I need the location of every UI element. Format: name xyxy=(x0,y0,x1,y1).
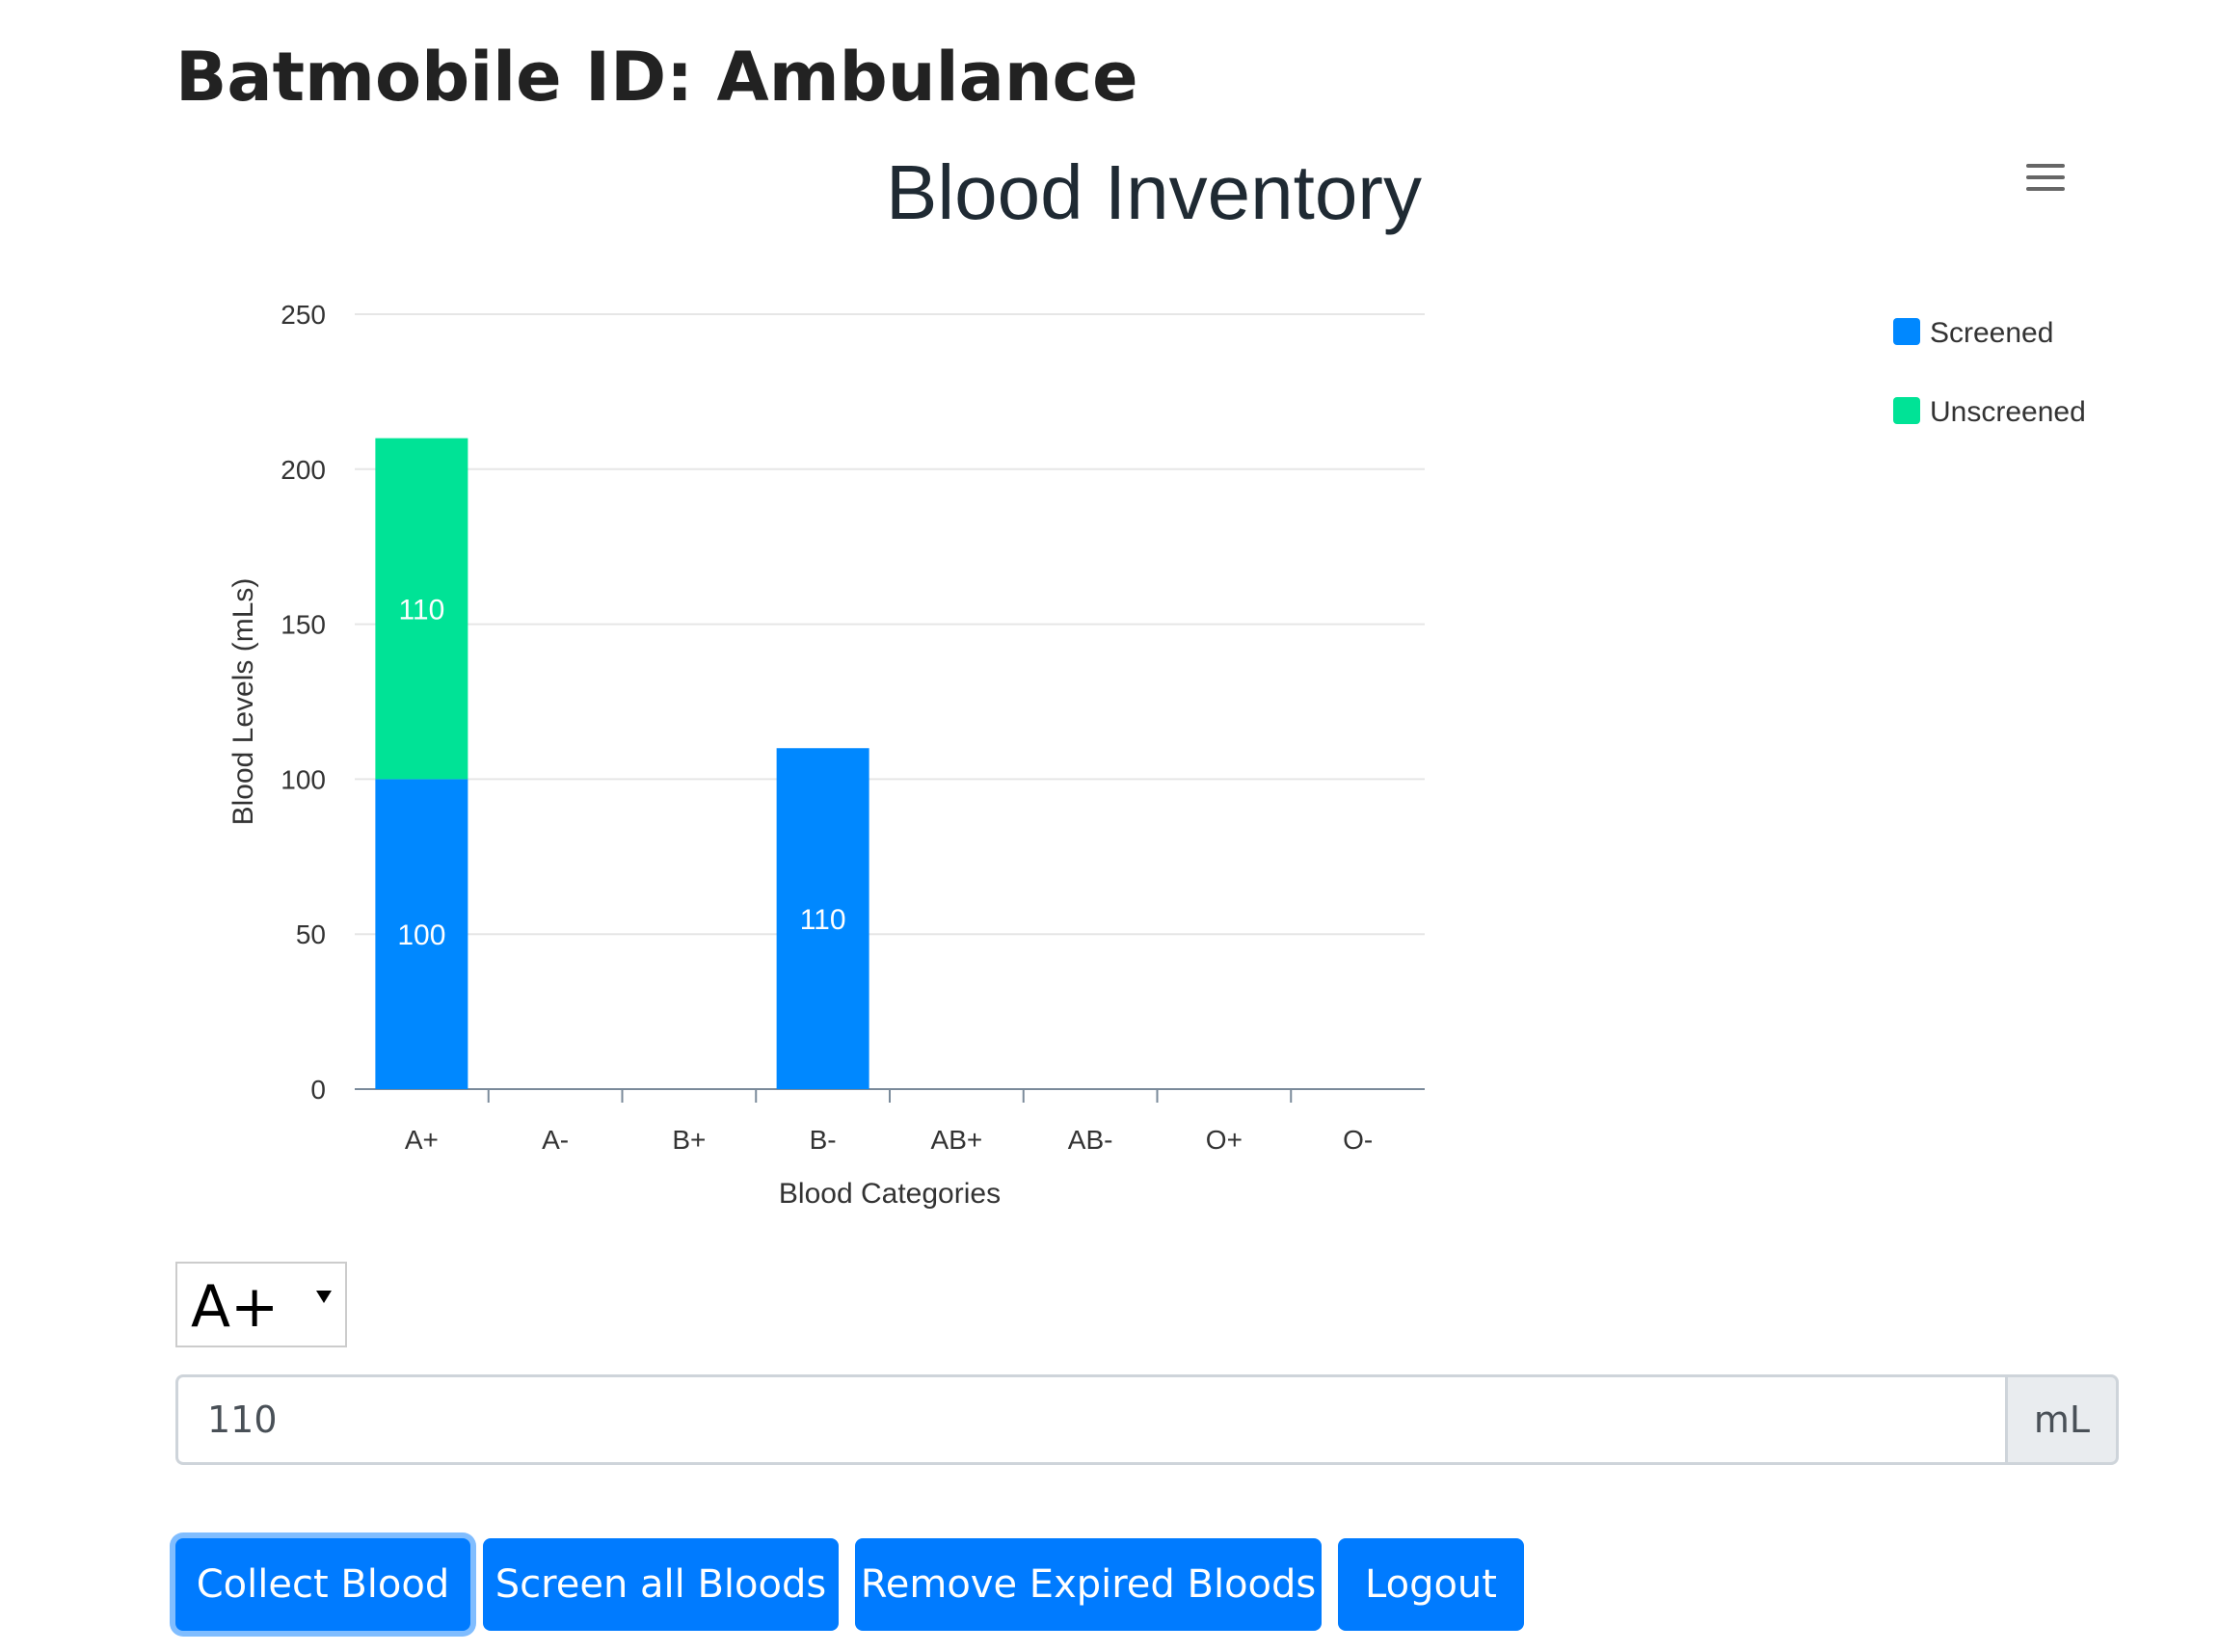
blood-type-selected-value: A+ xyxy=(191,1273,280,1341)
y-tick-label: 250 xyxy=(281,300,326,330)
y-axis-title: Blood Levels (mLs) xyxy=(227,578,259,826)
x-tick-label: O+ xyxy=(1206,1125,1243,1155)
legend-swatch xyxy=(1893,318,1920,345)
data-label: 110 xyxy=(800,904,846,936)
remove-expired-bloods-button[interactable]: Remove Expired Bloods xyxy=(855,1538,1322,1631)
x-tick-label: B+ xyxy=(672,1125,706,1155)
amount-input-group: mL xyxy=(175,1374,2119,1465)
x-axis-title: Blood Categories xyxy=(779,1178,1001,1210)
chart-menu-button[interactable] xyxy=(2017,150,2074,208)
x-tick-label: AB- xyxy=(1068,1125,1113,1155)
page-title: Batmobile ID: Ambulance xyxy=(175,38,1138,117)
x-tick-label: A+ xyxy=(405,1125,439,1155)
x-tick-label: B- xyxy=(810,1125,837,1155)
data-label: 110 xyxy=(398,595,444,626)
y-tick-label: 200 xyxy=(281,455,326,485)
chart-svg: Blood Inventory 0 50 100 150 200 250 A+ A- B+ B- AB… xyxy=(227,149,2086,1210)
x-tick-label: A- xyxy=(542,1125,569,1155)
legend-swatch xyxy=(1893,397,1920,424)
data-label: 100 xyxy=(397,919,445,951)
logout-button[interactable]: Logout xyxy=(1338,1538,1524,1631)
x-tick-label: O- xyxy=(1343,1125,1373,1155)
y-tick-label: 50 xyxy=(296,919,326,949)
y-tick-label: 150 xyxy=(281,610,326,640)
blood-amount-input[interactable] xyxy=(175,1374,2005,1465)
collect-blood-button[interactable]: Collect Blood xyxy=(175,1538,470,1631)
y-tick-label: 0 xyxy=(310,1075,326,1105)
blood-inventory-chart: Blood Inventory 0 50 100 150 200 250 A+ A- B+ B- AB… xyxy=(175,125,2123,1214)
unit-addon: mL xyxy=(2005,1374,2119,1465)
x-tick-label: AB+ xyxy=(931,1125,983,1155)
legend-label: Unscreened xyxy=(1930,396,2086,428)
screen-all-bloods-button[interactable]: Screen all Bloods xyxy=(483,1538,839,1631)
hamburger-menu-icon xyxy=(2026,164,2065,191)
dropdown-arrow-icon xyxy=(316,1291,332,1303)
legend-label: Screened xyxy=(1930,317,2053,349)
chart-title: Blood Inventory xyxy=(886,149,1422,235)
blood-type-select[interactable]: A+ xyxy=(175,1262,347,1347)
y-tick-label: 100 xyxy=(281,764,326,794)
